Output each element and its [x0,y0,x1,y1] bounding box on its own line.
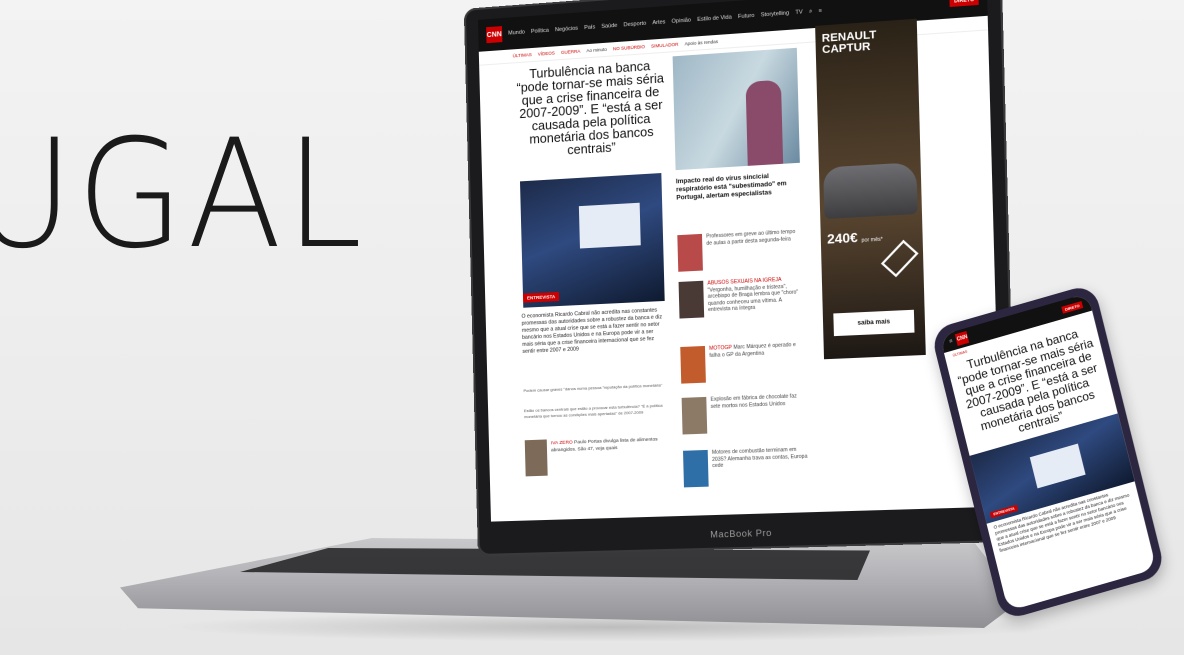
nav-item[interactable]: Storytelling [761,10,790,18]
nav-item[interactable]: Futuro [738,13,755,20]
story-thumbnail [677,233,703,272]
story-text: MOTOGP Marc Márquez é operado e falha o … [709,342,805,359]
ad-price-value: 240€ [826,229,858,247]
story-tag: IVA ZERO [550,440,573,447]
list-item[interactable]: ABUSOS SEXUAIS NA IGREJA "Vergonha, humi… [678,276,805,329]
bank-sign [578,202,641,249]
nav-item[interactable]: TV [795,9,803,16]
second-headline[interactable]: Impacto real do vírus sincicial respirat… [676,171,801,203]
nav-item[interactable]: Mundo [508,29,525,36]
story-thumbnail [683,449,709,488]
ad-cta-button[interactable]: saiba mais [833,309,915,337]
story-thumbnail [678,280,705,319]
cnn-logo[interactable]: CNN [486,26,503,44]
story-title: Explosão em fábrica de chocolate faz set… [710,393,797,410]
ad-brand: RENAULT CAPTUR [821,28,877,57]
ad-price: 240€ por mês* [826,228,883,247]
ticker-text[interactable]: Apoio às rendas [685,39,719,46]
main-lead[interactable]: O economista Ricardo Cabral não acredita… [521,307,666,356]
nav-item[interactable]: Negócios [555,26,578,34]
nav-item[interactable]: Desporto [623,21,646,29]
list-item[interactable]: MOTOGP Marc Márquez é operado e falha o … [680,342,806,394]
list-item[interactable]: Explosão em fábrica de chocolate faz set… [681,393,808,445]
renault-logo-icon [880,239,919,278]
ad-price-suffix: por mês* [861,236,883,244]
entrevista-badge: ENTREVISTA [522,291,560,303]
list-item[interactable]: Professores em greve ao último tempo de … [677,229,803,282]
menu-icon[interactable]: ≡ [819,8,823,14]
nav-item[interactable]: Estilo de Vida [697,14,732,23]
ticker-tag[interactable]: VÍDEOS [538,50,555,56]
ticker-tag[interactable]: ÚLTIMAS [513,52,532,58]
nav-item[interactable]: País [584,24,595,31]
bank-sign [1029,443,1086,488]
story-text: ABUSOS SEXUAIS NA IGREJA "Vergonha, humi… [707,276,803,314]
nav-item[interactable]: Saúde [601,23,617,30]
laptop-lid: CNN Mundo Política Negócios País Saúde D… [463,0,1018,556]
list-item[interactable]: Motores de combustão terminam em 2035? A… [683,446,809,497]
list-item[interactable]: IVA ZERO Paulo Portas divulga lista de a… [524,435,670,480]
main-headline[interactable]: Turbulência na banca “pode tornar-se mai… [515,59,667,160]
laptop-screen: CNN Mundo Política Negócios País Saúde D… [477,0,1001,522]
child-figure [745,79,784,166]
ticker-tag[interactable]: NO SUBÚRBIO [613,44,645,51]
story-title: "Vergonha, humilhação e tristeza", arceb… [707,283,799,314]
story-title: Professores em greve ao último tempo de … [706,228,796,247]
bullet-item[interactable]: Estão os bancos centrais que estão a pro… [524,403,668,420]
story-title: Motores de combustão terminam em 2035? A… [711,446,808,470]
second-photo[interactable] [672,47,800,171]
story-thumbnail [524,439,548,477]
story-thumbnail [681,396,708,435]
main-photo[interactable] [519,173,665,308]
story-text: IVA ZERO Paulo Portas divulga lista de a… [551,437,663,454]
menu-icon[interactable]: ≡ [949,338,954,345]
nav-item[interactable]: Política [531,28,549,35]
nav-item[interactable]: Opinião [672,17,692,25]
live-badge[interactable]: DIRETO [949,0,979,7]
ticker-tag[interactable]: SIMULADOR [651,42,679,49]
live-badge[interactable]: DIRETO [1061,300,1084,314]
nav-item[interactable]: Artes [652,19,665,26]
car-image [823,162,918,220]
laptop-brand-label: MacBook Pro [710,527,772,540]
ad-banner[interactable]: RENAULT CAPTUR 240€ por mês* saiba mais [815,18,926,360]
search-icon[interactable]: ⌕ [809,8,812,15]
ticker-text[interactable]: Ao minuto [586,47,607,53]
cnn-logo[interactable]: CNN [954,330,970,346]
site-content: Turbulência na banca “pode tornar-se mai… [479,18,1001,521]
story-thumbnail [680,345,706,384]
bullet-item[interactable]: Podem causar graves "danos numa pessoa "… [523,382,667,393]
ticker-tag[interactable]: GUERRA [561,49,581,55]
